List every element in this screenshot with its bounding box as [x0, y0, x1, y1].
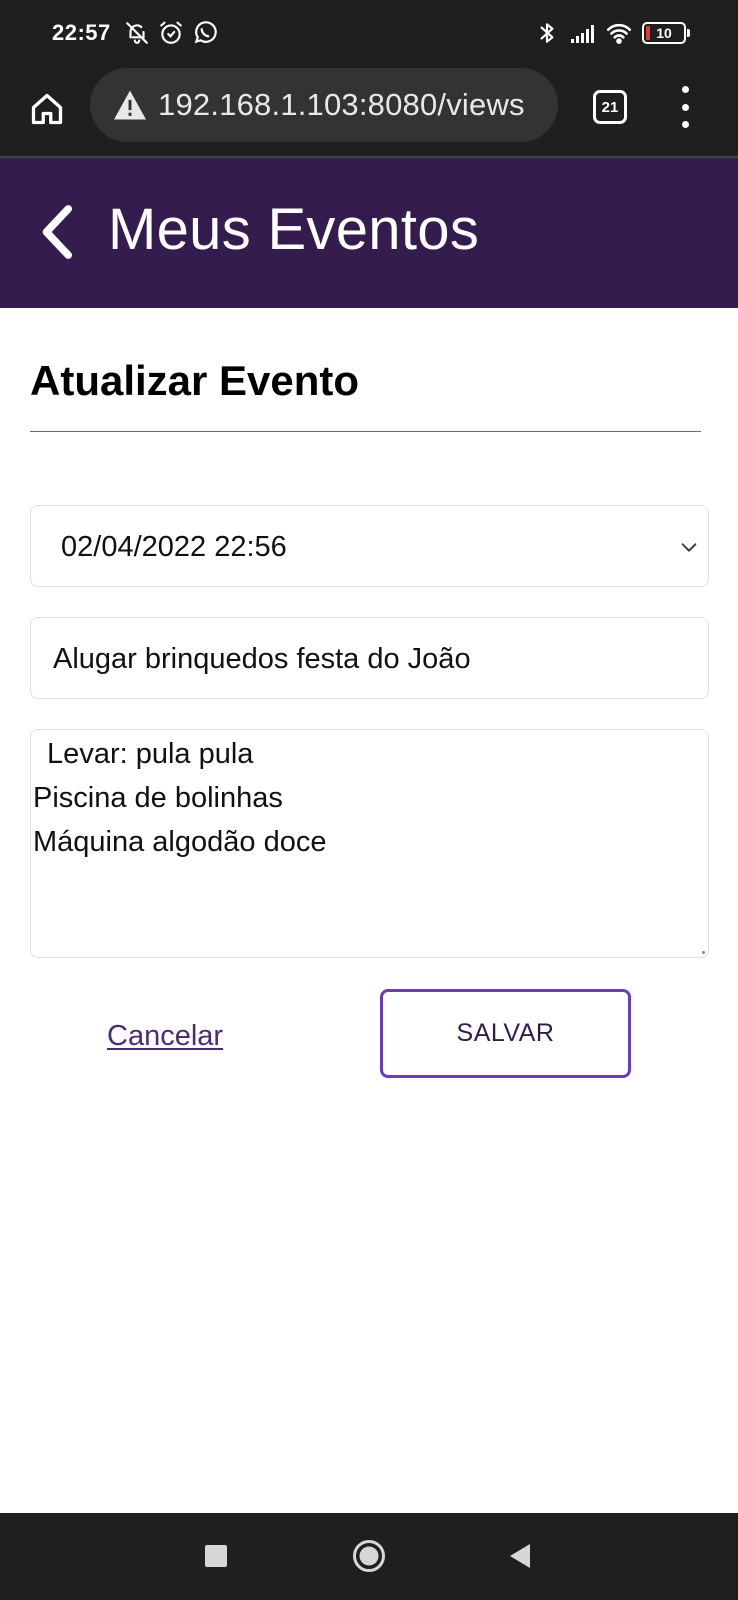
status-notification-icons [124, 20, 218, 46]
event-description-textarea[interactable]: Levar: pula pula Piscina de bolinhas Máq… [30, 729, 709, 958]
bluetooth-icon [540, 23, 554, 43]
event-datetime-field[interactable]: 02/04/2022 22:56 [30, 505, 709, 587]
status-bar: 22:57 10 [0, 0, 738, 66]
muted-bell-icon [126, 22, 148, 44]
alarm-icon [160, 21, 182, 44]
chevron-down-icon [681, 543, 697, 552]
whatsapp-icon [194, 21, 217, 44]
battery-icon: 10 [642, 22, 690, 44]
tab-count: 21 [601, 98, 619, 116]
event-title-value: Alugar brinquedos festa do João [53, 643, 471, 675]
heading-divider [30, 431, 701, 432]
app-header: Meus Eventos [0, 158, 738, 308]
cancel-link[interactable]: Cancelar [107, 1020, 223, 1053]
description-line: Máquina algodão doce [33, 826, 327, 858]
save-button-label: SALVAR [456, 1019, 555, 1047]
address-bar[interactable]: 192.168.1.103:8080/views [90, 68, 558, 142]
battery-level: 10 [656, 25, 672, 41]
browser-toolbar: 192.168.1.103:8080/views 21 [0, 66, 738, 158]
back-triangle-icon[interactable] [508, 1542, 532, 1570]
url-text[interactable]: 192.168.1.103:8080/views [158, 87, 525, 123]
status-system-icons: 10 [534, 20, 690, 46]
signal-icon [571, 25, 594, 43]
resize-handle-icon[interactable] [701, 950, 706, 955]
page-title: Atualizar Evento [30, 357, 360, 404]
browser-home-button[interactable] [24, 86, 70, 132]
description-line: Piscina de bolinhas [33, 782, 283, 814]
home-icon [31, 93, 63, 125]
system-nav-bar [0, 1513, 738, 1600]
status-time: 22:57 [52, 20, 111, 45]
browser-menu-button[interactable] [672, 86, 698, 128]
warning-triangle-icon[interactable] [112, 89, 148, 121]
battery-fill [646, 26, 650, 40]
header-title: Meus Eventos [108, 197, 480, 262]
wifi-icon [606, 23, 632, 44]
tab-switcher-button[interactable]: 21 [593, 90, 627, 124]
home-circle-icon[interactable] [352, 1539, 386, 1573]
recents-button[interactable] [205, 1545, 227, 1567]
event-datetime-value: 02/04/2022 22:56 [61, 531, 287, 563]
description-line: Levar: pula pula [39, 738, 254, 770]
save-button[interactable]: SALVAR [380, 989, 631, 1078]
more-vert-icon [681, 86, 689, 93]
back-arrow-icon[interactable] [34, 202, 78, 262]
event-title-field[interactable]: Alugar brinquedos festa do João [30, 617, 709, 699]
